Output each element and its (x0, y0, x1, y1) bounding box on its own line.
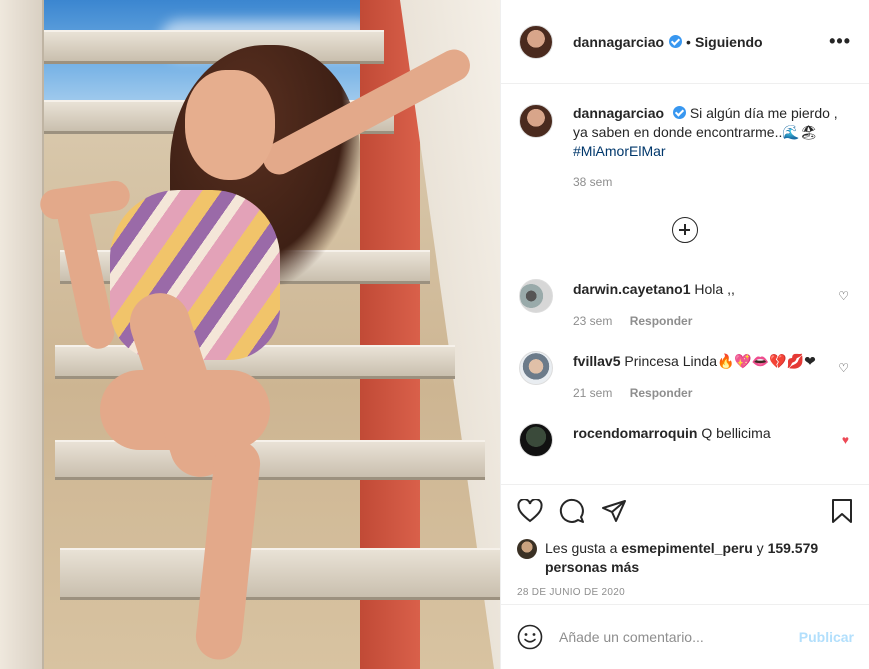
author-username[interactable]: dannagarciao (573, 34, 664, 50)
comment-age[interactable]: 23 sem (573, 314, 612, 328)
share-paper-plane-icon[interactable] (601, 499, 627, 523)
liker-avatar[interactable] (517, 539, 537, 559)
verified-badge-icon (672, 106, 686, 119)
comment-body: darwin.cayetano1 Hola ,, 23 sem Responde… (573, 279, 823, 331)
commenter-avatar[interactable] (519, 423, 553, 457)
likes-summary: Les gusta a esmepimentel_peru y 159.579 … (517, 539, 854, 577)
caption-age[interactable]: 38 sem (573, 175, 851, 189)
post-modal: dannagarciao • Siguiendo ••• dannagarcia… (0, 0, 869, 669)
caption-emojis: 🌊🏖 (782, 124, 818, 140)
comment-text: Princesa Linda🔥💖👄💔💋❤ (624, 353, 816, 369)
post-date[interactable]: 28 DE JUNIO DE 2020 (517, 587, 854, 598)
commenter-username[interactable]: darwin.cayetano1 (573, 281, 691, 297)
reply-button[interactable]: Responder (630, 314, 693, 328)
comment-item: darwin.cayetano1 Hola ,, 23 sem Responde… (519, 279, 851, 331)
liked-comment-heart-icon[interactable]: ♥ (842, 433, 849, 447)
like-heart-icon[interactable] (517, 499, 543, 523)
commenter-avatar[interactable] (519, 279, 553, 313)
verified-badge-icon (669, 35, 683, 48)
caption-avatar[interactable] (519, 104, 553, 138)
comment-meta: 23 sem Responder (573, 311, 823, 331)
more-options-icon[interactable]: ••• (829, 31, 851, 52)
photo-post (0, 0, 44, 669)
post-side-panel: dannagarciao • Siguiendo ••• dannagarcia… (500, 0, 869, 669)
comment-age[interactable]: 21 sem (573, 386, 612, 400)
reply-button[interactable]: Responder (630, 386, 693, 400)
photo-step (44, 30, 384, 64)
comment-input[interactable] (559, 629, 779, 645)
post-actions: Les gusta a esmepimentel_peru y 159.579 … (501, 484, 869, 598)
liker-username[interactable]: esmepimentel_peru (621, 540, 753, 556)
post-comment-button[interactable]: Publicar (799, 629, 854, 645)
commenter-username[interactable]: fvillav5 (573, 353, 620, 369)
comment-body: rocendomarroquin Q bellicima (573, 423, 823, 457)
caption-username[interactable]: dannagarciao (573, 105, 664, 121)
author-avatar[interactable] (519, 24, 553, 59)
post-photo[interactable] (0, 0, 500, 669)
save-bookmark-icon[interactable] (830, 498, 854, 524)
photo-face (185, 70, 275, 180)
likes-text: Les gusta a esmepimentel_peru y 159.579 … (545, 539, 854, 577)
photo-step (55, 440, 485, 480)
comment-text: Hola ,, (694, 281, 735, 297)
commenter-avatar[interactable] (519, 351, 553, 385)
comments-list[interactable]: dannagarciao Si algún día me pierdo , ya… (501, 84, 869, 484)
following-button[interactable]: Siguiendo (695, 34, 763, 50)
comment-meta: 21 sem Responder (573, 383, 823, 403)
post-header: dannagarciao • Siguiendo ••• (501, 0, 869, 84)
header-separator: • (686, 33, 691, 50)
caption-hashtag[interactable]: #MiAmorElMar (573, 143, 666, 159)
like-comment-heart-icon[interactable]: ♡ (838, 361, 849, 375)
comment-item: fvillav5 Princesa Linda🔥💖👄💔💋❤ 21 sem Res… (519, 351, 851, 403)
add-comment-bar: Publicar (501, 604, 869, 669)
caption-text: dannagarciao Si algún día me pierdo , ya… (573, 104, 851, 161)
load-more-comments (519, 217, 851, 243)
comment-item: rocendomarroquin Q bellicima ♥ (519, 423, 851, 457)
comment-body: fvillav5 Princesa Linda🔥💖👄💔💋❤ 21 sem Res… (573, 351, 823, 403)
load-more-plus-icon[interactable] (672, 217, 698, 243)
commenter-username[interactable]: rocendomarroquin (573, 425, 697, 441)
comment-text: Q bellicima (701, 425, 771, 441)
action-icons-row (517, 495, 854, 527)
likes-connector: y (756, 540, 764, 556)
comment-bubble-icon[interactable] (559, 498, 585, 524)
post-caption: dannagarciao Si algún día me pierdo , ya… (519, 104, 851, 161)
like-comment-heart-icon[interactable]: ♡ (838, 289, 849, 303)
photo-step (60, 548, 500, 600)
likes-prefix: Les gusta a (545, 540, 618, 556)
emoji-smile-icon[interactable] (517, 624, 543, 650)
